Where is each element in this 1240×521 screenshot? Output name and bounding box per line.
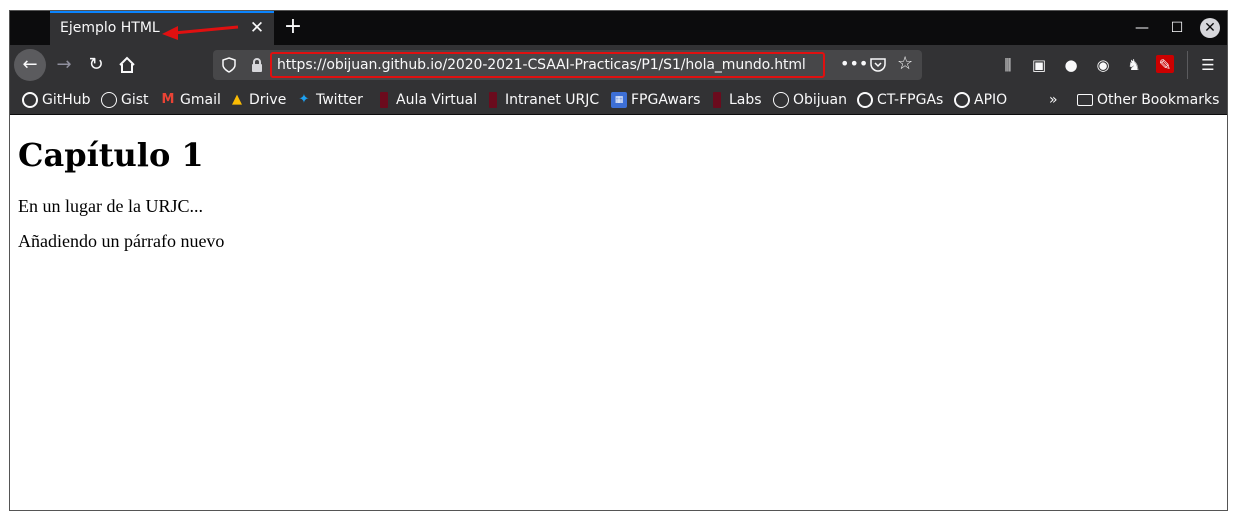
drive-icon: ▲ — [232, 92, 242, 107]
paragraph-1: En un lugar de la URJC... — [18, 196, 203, 216]
urjc-icon — [713, 92, 721, 108]
gmail-icon: M — [161, 92, 175, 107]
page-content: Capítulo 1 En un lugar de la URJC... Aña… — [10, 116, 1227, 510]
url-bar[interactable]: https://obijuan.github.io/2020-2021-CSAA… — [213, 50, 922, 80]
bookmarks-toolbar: GitHub Gist M Gmail ▲ Drive ✦ Twitter Aula … — [10, 85, 1227, 115]
bookmark-labs[interactable]: Labs — [709, 91, 762, 109]
account-icon[interactable]: ● — [1061, 55, 1081, 75]
gnu-extension-icon[interactable]: ♞ — [1124, 55, 1144, 75]
page-heading: Capítulo 1 — [18, 136, 204, 174]
github-icon — [22, 92, 38, 108]
maximize-icon[interactable]: ☐ — [1168, 19, 1186, 37]
bookmark-apio[interactable]: APIO — [954, 91, 1007, 109]
url-highlight-box: https://obijuan.github.io/2020-2021-CSAA… — [270, 52, 825, 78]
tab-title: Ejemplo HTML — [60, 20, 160, 36]
bookmark-gist[interactable]: Gist — [101, 91, 149, 109]
reload-icon[interactable]: ↻ — [80, 49, 112, 81]
pocket-icon[interactable] — [869, 56, 887, 74]
bookmark-fpgawars[interactable]: ▦ FPGAwars — [611, 91, 700, 109]
sidebar-icon[interactable]: ▣ — [1029, 55, 1049, 75]
close-tab-icon[interactable]: ✕ — [248, 19, 266, 37]
library-icon[interactable]: ⫼ — [998, 55, 1018, 75]
minimize-icon[interactable]: — — [1133, 19, 1151, 37]
bookmark-drive[interactable]: ▲ Drive — [229, 91, 286, 109]
github-icon — [857, 92, 873, 108]
urjc-icon — [380, 92, 388, 108]
bookmark-aula-virtual[interactable]: Aula Virtual — [376, 91, 477, 109]
bookmarks-overflow-icon[interactable]: » — [1049, 91, 1058, 109]
shield-icon[interactable] — [221, 57, 237, 73]
menu-icon[interactable]: ☰ — [1198, 55, 1218, 75]
close-window-icon[interactable]: ✕ — [1200, 18, 1220, 38]
bookmark-star-icon[interactable]: ☆ — [897, 53, 913, 74]
urjc-icon — [489, 92, 497, 108]
url-text[interactable]: https://obijuan.github.io/2020-2021-CSAA… — [277, 57, 806, 73]
bookmark-obijuan[interactable]: Obijuan — [773, 91, 847, 109]
github-icon[interactable]: ◉ — [1093, 55, 1113, 75]
bookmark-github[interactable]: GitHub — [22, 91, 91, 109]
github-icon — [954, 92, 970, 108]
page-actions-icon[interactable]: ••• — [840, 54, 868, 73]
other-bookmarks[interactable]: Other Bookmarks — [1077, 91, 1219, 109]
fpgawars-icon: ▦ — [611, 92, 627, 108]
paragraph-2: Añadiendo un párrafo nuevo — [18, 231, 225, 251]
bookmark-gmail[interactable]: M Gmail — [160, 91, 221, 109]
globe-icon — [101, 92, 117, 108]
red-arrow-annotation — [162, 25, 239, 40]
tab-strip: Ejemplo HTML ✕ + — ☐ ✕ — [10, 11, 1227, 45]
bookmark-ct-fpgas[interactable]: CT-FPGAs — [857, 91, 943, 109]
globe-icon — [773, 92, 789, 108]
bookmark-twitter[interactable]: ✦ Twitter — [296, 91, 363, 109]
toolbar-divider — [1187, 51, 1188, 79]
folder-icon — [1077, 94, 1093, 106]
twitter-icon: ✦ — [298, 92, 310, 107]
forward-icon[interactable]: → — [48, 49, 80, 81]
lock-icon[interactable] — [249, 57, 265, 73]
extension-icon[interactable]: ✎ — [1156, 55, 1174, 74]
home-icon[interactable] — [111, 49, 143, 81]
bookmark-intranet-urjc[interactable]: Intranet URJC — [485, 91, 599, 109]
back-icon[interactable]: ← — [14, 49, 46, 81]
browser-window: Ejemplo HTML ✕ + — ☐ ✕ ← → ↻ https://obi… — [9, 10, 1228, 511]
navigation-toolbar: ← → ↻ https://obijuan.github.io/2020-202… — [10, 45, 1227, 85]
new-tab-icon[interactable]: + — [282, 16, 304, 38]
